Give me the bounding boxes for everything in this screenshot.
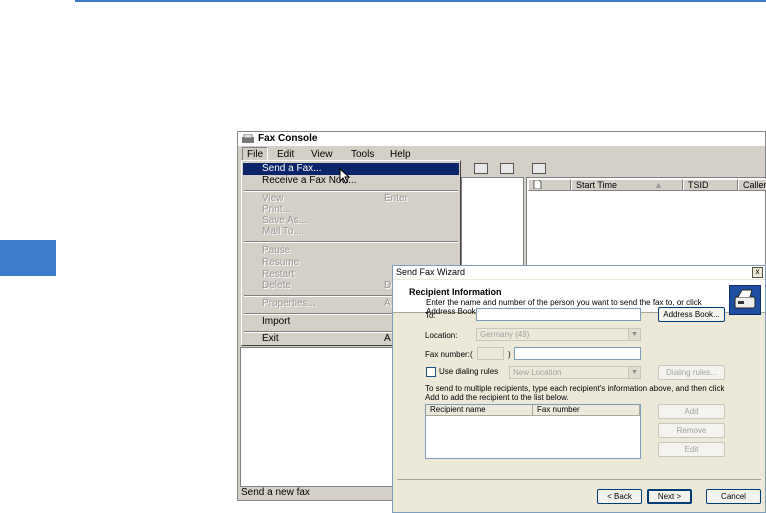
back-button[interactable]: < Back (597, 489, 642, 504)
multi-recipient-note: To send to multiple recipients, type eac… (425, 384, 725, 402)
menu-edit[interactable]: Edit (277, 149, 294, 160)
dialing-location-select[interactable]: New Location ▼ (509, 366, 641, 379)
menu-item-send-fax[interactable]: Send a Fax... (243, 163, 459, 175)
column-recipient-name[interactable]: Recipient name (426, 405, 533, 416)
menu-view[interactable]: View (311, 149, 333, 160)
recipient-list[interactable]: Recipient name Fax number (425, 404, 641, 459)
column-fax-number[interactable]: Fax number (533, 405, 640, 416)
sort-arrow-icon: ▲ (654, 180, 663, 190)
dialing-rules-button[interactable]: Dialing rules... (658, 365, 725, 380)
view-toolbar-icon[interactable] (532, 163, 546, 174)
side-marker (0, 240, 56, 276)
menu-item-mail-to[interactable]: Mail To... (243, 226, 459, 238)
menu-item-receive-fax[interactable]: Receive a Fax Now... (243, 175, 459, 187)
wizard-step-title: Recipient Information (409, 287, 502, 297)
column-icon[interactable] (528, 179, 571, 191)
location-label: Location: (425, 331, 458, 340)
fax-number-input[interactable] (514, 347, 641, 360)
area-code-input[interactable] (477, 347, 504, 360)
wizard-title: Send Fax Wizard (396, 267, 466, 277)
address-book-button[interactable]: Address Book... (658, 307, 725, 322)
fax-number-label: Fax number: (425, 350, 470, 359)
column-caller[interactable]: Caller (738, 179, 766, 191)
footer-divider (397, 479, 761, 480)
status-bar-text: Send a new fax (241, 487, 310, 498)
top-rule (75, 0, 766, 2)
send-fax-toolbar-icon[interactable] (474, 163, 488, 174)
fax-machine-icon (729, 285, 761, 315)
add-button[interactable]: Add (658, 404, 725, 419)
column-start-time[interactable]: Start Time ▲ (571, 179, 683, 191)
menu-help[interactable]: Help (390, 149, 411, 160)
area-code-open: ( (470, 350, 473, 359)
chevron-down-icon: ▼ (628, 329, 640, 340)
window-title: Fax Console (258, 133, 318, 144)
toolbar (460, 161, 765, 177)
fax-console-icon (241, 133, 255, 144)
menu-tools[interactable]: Tools (351, 149, 374, 160)
chevron-down-icon: ▼ (628, 367, 640, 378)
send-fax-wizard: Send Fax Wizard x Recipient Information … (392, 265, 766, 513)
remove-button[interactable]: Remove (658, 423, 725, 438)
title-bar: Fax Console (238, 132, 765, 146)
to-input[interactable] (476, 308, 641, 321)
menu-bar: File Edit View Tools Help (238, 147, 765, 162)
use-dialing-rules-checkbox[interactable] (426, 367, 436, 377)
receive-fax-toolbar-icon[interactable] (500, 163, 514, 174)
edit-button[interactable]: Edit (658, 442, 725, 457)
next-button[interactable]: Next > (647, 489, 692, 504)
location-select[interactable]: Germany (49) ▼ (476, 328, 641, 341)
use-dialing-rules-label: Use dialing rules (439, 367, 499, 376)
to-label: To: (425, 311, 436, 320)
cancel-button[interactable]: Cancel (706, 489, 761, 504)
menu-item-pause[interactable]: Pause (243, 245, 459, 257)
close-icon[interactable]: x (752, 267, 763, 278)
area-code-close: ) (508, 350, 511, 359)
menu-separator (244, 241, 458, 243)
menu-separator (244, 190, 458, 192)
column-tsid[interactable]: TSID (683, 179, 738, 191)
wizard-title-bar: Send Fax Wizard x (393, 266, 765, 279)
